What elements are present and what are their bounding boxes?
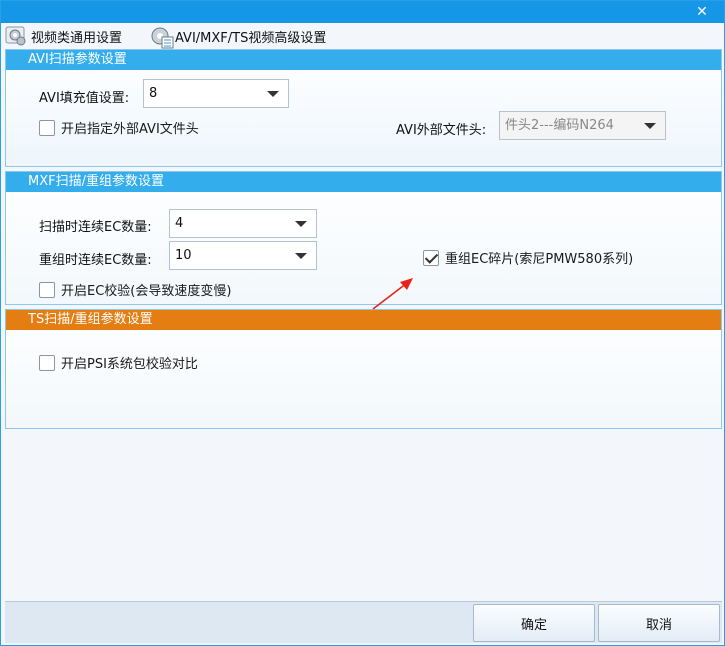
ec-verify-label: 开启EC校验(会导致速度变慢) xyxy=(61,284,232,299)
mxf-section-header: MXF扫描/重组参数设置 xyxy=(6,172,721,192)
ts-section: TS扫描/重组参数设置 开启PSI系统包校验对比 xyxy=(5,309,722,429)
psi-verify-label: 开启PSI系统包校验对比 xyxy=(61,357,198,372)
chevron-down-icon xyxy=(267,91,279,97)
external-avi-header-select[interactable]: 件头2---编码N264 xyxy=(499,111,666,140)
scan-ec-count-select[interactable]: 4 xyxy=(169,209,317,238)
chevron-down-icon xyxy=(644,123,656,129)
external-avi-header-value: 件头2---编码N264 xyxy=(505,118,614,133)
external-avi-header-checkbox-row[interactable]: 开启指定外部AVI文件头 xyxy=(39,118,199,137)
scan-ec-count-value: 4 xyxy=(175,216,184,231)
gear-gray-icon xyxy=(5,25,27,47)
ok-button[interactable]: 确定 xyxy=(473,604,595,642)
tab-label: 视频类通用设置 xyxy=(31,30,123,46)
settings-dialog: ✕ 视频类通用设置 AVI/MXF/TS视频高级设置 AVI扫描参数设置 AVI… xyxy=(0,0,725,646)
rebuild-ec-count-label: 重组时连续EC数量: xyxy=(39,253,152,268)
chevron-down-icon xyxy=(295,221,307,227)
psi-verify-checkbox[interactable] xyxy=(39,354,55,371)
avi-section-header: AVI扫描参数设置 xyxy=(6,50,721,70)
avi-fill-value: 8 xyxy=(149,86,158,101)
external-avi-header-label: AVI外部文件头: xyxy=(396,123,487,138)
tab-label: AVI/MXF/TS视频高级设置 xyxy=(175,30,327,46)
cancel-button[interactable]: 取消 xyxy=(598,604,720,642)
ec-verify-checkbox-row[interactable]: 开启EC校验(会导致速度变慢) xyxy=(39,280,231,299)
rebuild-ec-count-select[interactable]: 10 xyxy=(169,241,317,270)
tab-general-video-settings[interactable]: 视频类通用设置 xyxy=(5,23,122,49)
ec-fragment-label: 重组EC碎片(索尼PMW580系列) xyxy=(445,252,634,267)
close-icon: ✕ xyxy=(696,4,708,20)
gear-list-icon xyxy=(149,25,174,49)
ec-verify-checkbox[interactable] xyxy=(39,281,55,298)
dialog-footer: 确定 取消 xyxy=(5,601,722,643)
avi-section: AVI扫描参数设置 AVI填充值设置: 8 开启指定外部AVI文件头 AVI外部… xyxy=(5,49,722,167)
tab-bar: 视频类通用设置 AVI/MXF/TS视频高级设置 xyxy=(1,23,724,49)
chevron-down-icon xyxy=(295,253,307,259)
rebuild-ec-count-value: 10 xyxy=(175,248,192,263)
close-button[interactable]: ✕ xyxy=(680,1,724,23)
avi-fill-select[interactable]: 8 xyxy=(143,79,289,108)
external-avi-header-check-label: 开启指定外部AVI文件头 xyxy=(61,122,199,137)
scan-ec-count-label: 扫描时连续EC数量: xyxy=(39,220,152,235)
ec-fragment-checkbox[interactable] xyxy=(423,249,439,266)
external-avi-header-checkbox[interactable] xyxy=(39,119,55,136)
psi-verify-checkbox-row[interactable]: 开启PSI系统包校验对比 xyxy=(39,353,198,372)
annotation-arrow-icon xyxy=(372,278,413,310)
avi-fill-label: AVI填充值设置: xyxy=(39,91,130,106)
ec-fragment-checkbox-row[interactable]: 重组EC碎片(索尼PMW580系列) xyxy=(423,248,633,267)
title-bar: ✕ xyxy=(1,1,724,23)
tab-avi-mxf-ts-advanced-settings[interactable]: AVI/MXF/TS视频高级设置 xyxy=(149,23,326,49)
